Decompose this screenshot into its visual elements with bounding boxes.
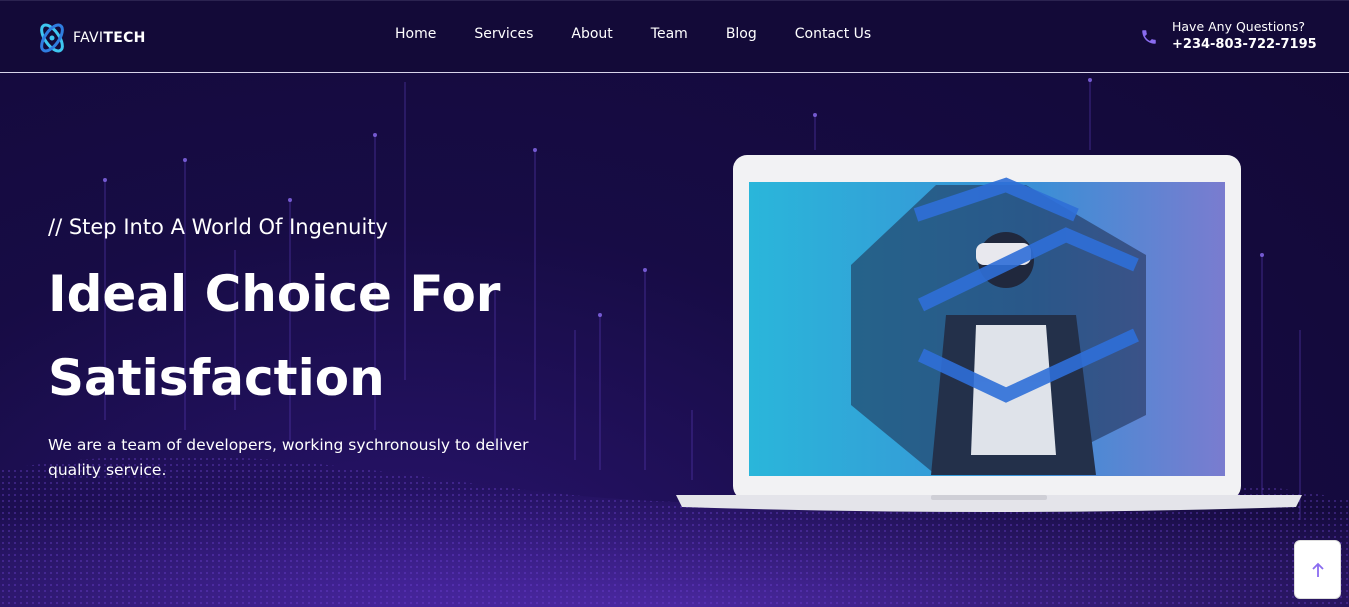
nav-contact-us[interactable]: Contact Us [795,26,871,42]
page: FAVITECH Home Services About Team Blog C… [0,0,1349,607]
hero-description: We are a team of developers, working syc… [48,435,529,479]
arrow-up-icon [1311,562,1324,577]
main-nav: Home Services About Team Blog Contact Us [395,26,909,42]
laptop-illustration [676,155,1302,512]
nav-services[interactable]: Services [474,26,533,42]
scroll-to-top-button[interactable] [1294,540,1341,599]
logo-text: FAVITECH [73,30,146,46]
hero-title: Ideal Choice For Satisfaction [48,252,608,420]
site-header: FAVITECH Home Services About Team Blog C… [0,0,1349,73]
phone-icon [1142,30,1156,44]
contact-phone-link[interactable]: +234-803-722-7195 [1172,37,1317,52]
nav-blog[interactable]: Blog [726,26,757,42]
hero-title-line-2: Satisfaction [48,349,385,407]
logo[interactable]: FAVITECH [35,19,146,57]
logo-text-bold: TECH [103,30,146,46]
hero-title-line-1: Ideal Choice For [48,265,501,323]
nav-team[interactable]: Team [651,26,688,42]
hero-eyebrow: // Step Into A World Of Ingenuity [48,215,388,239]
atom-logo-icon [40,23,64,53]
nav-about[interactable]: About [571,26,612,42]
contact-label: Have Any Questions? [1172,19,1306,34]
nav-home[interactable]: Home [395,26,436,42]
logo-text-light: FAVI [73,30,104,46]
